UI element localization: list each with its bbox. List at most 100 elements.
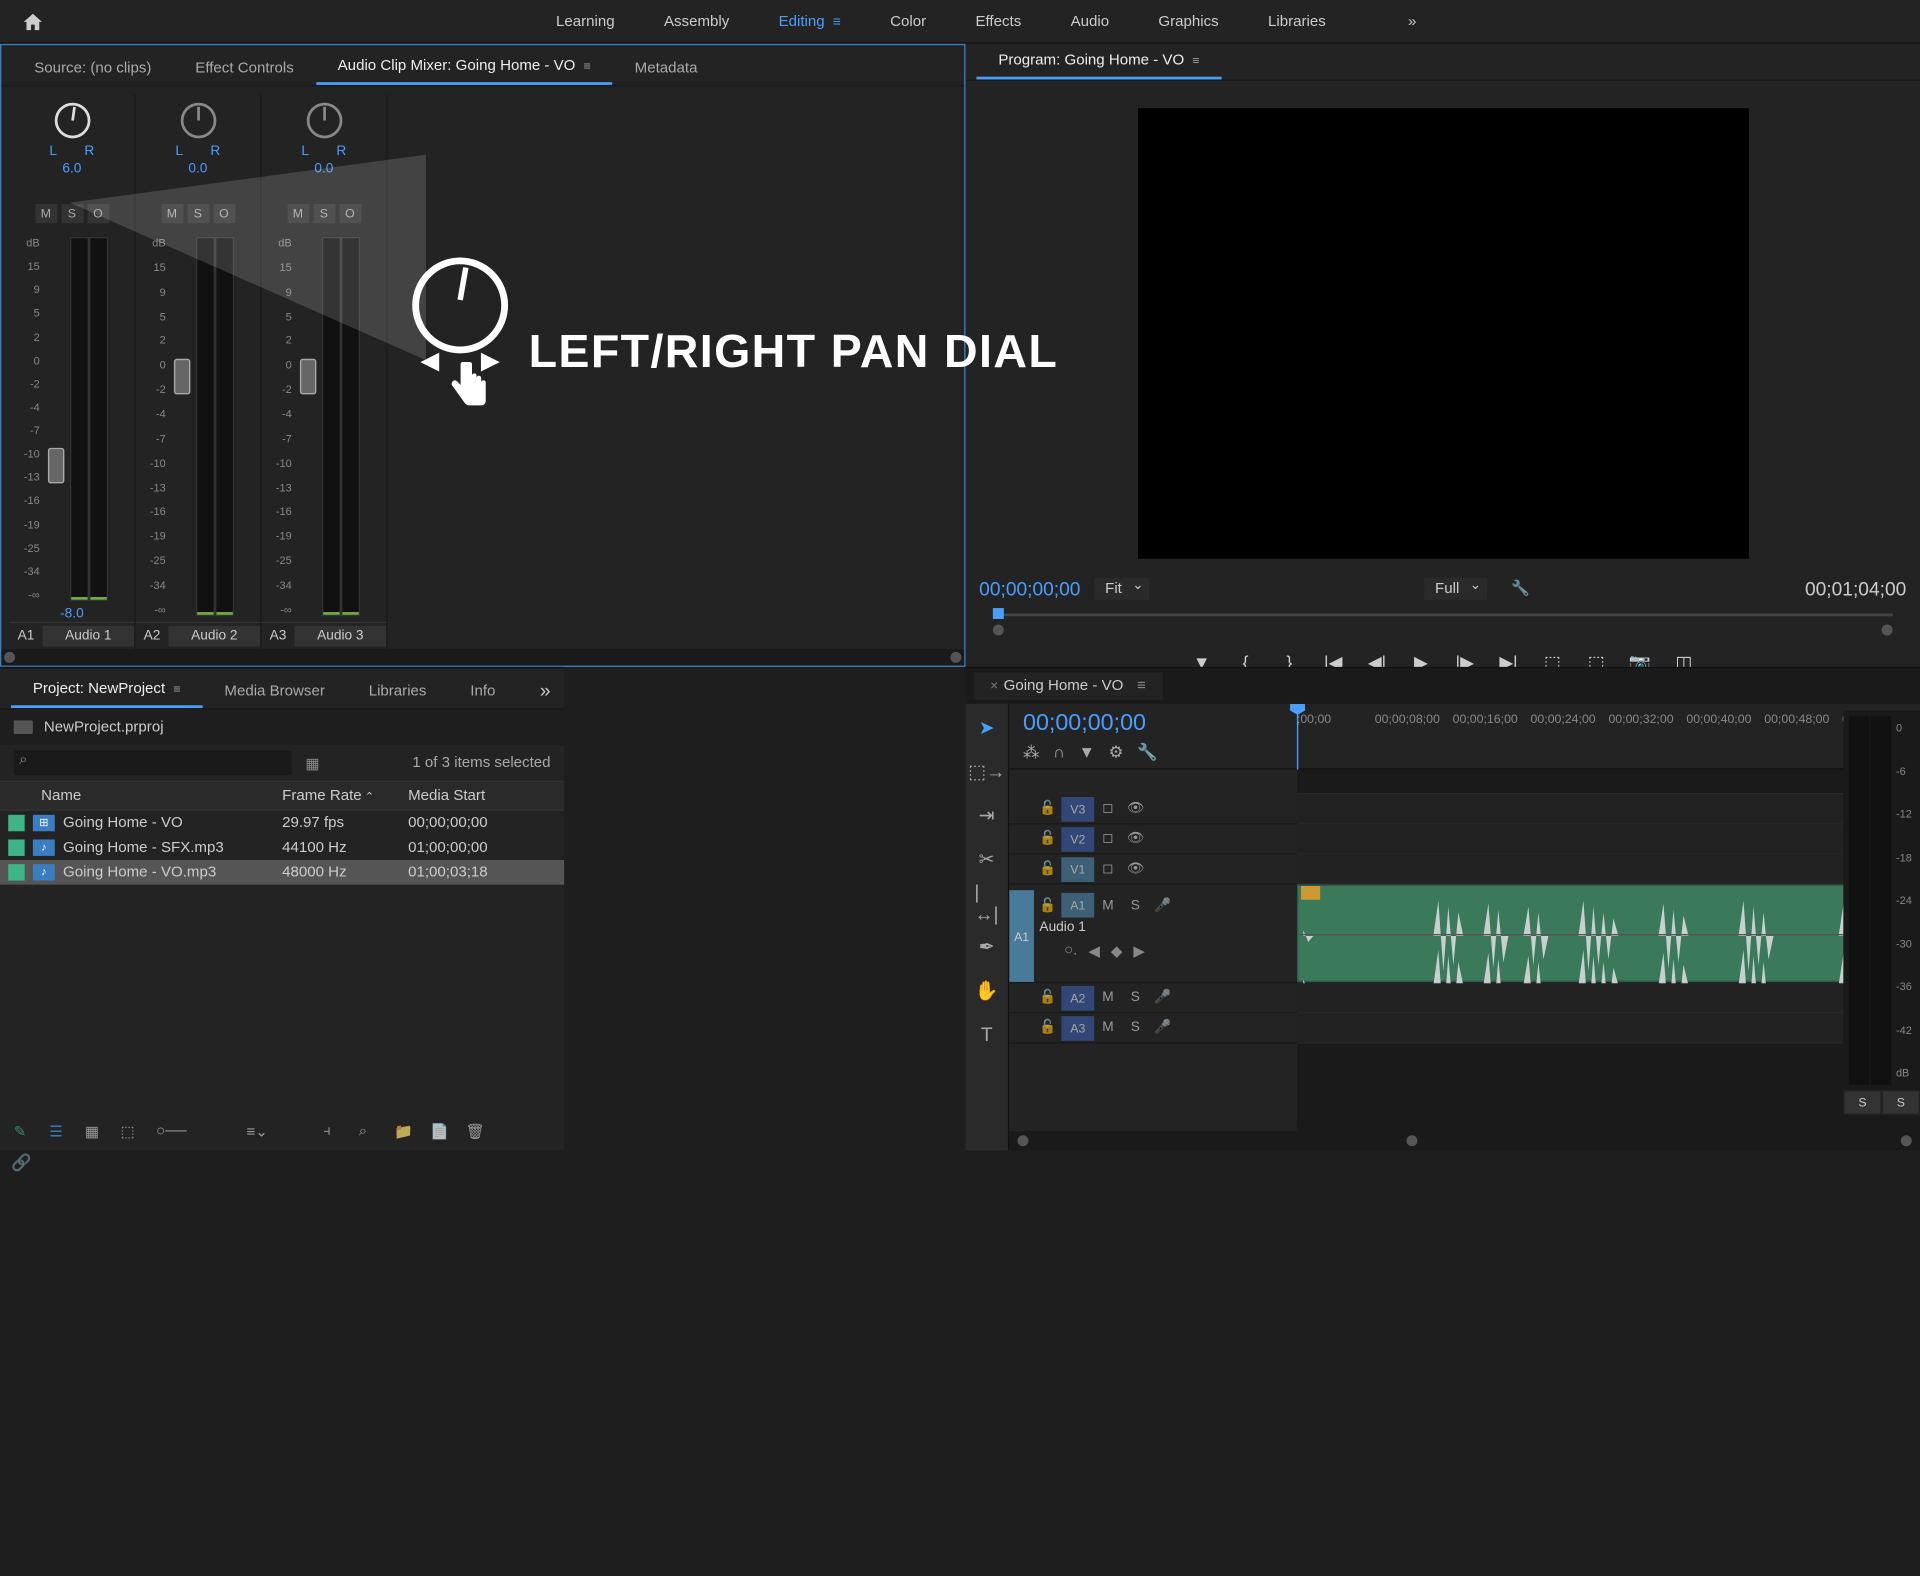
- next-kf[interactable]: ▶: [1133, 942, 1145, 960]
- pan-dial-a3[interactable]: [306, 103, 342, 139]
- mute-a1[interactable]: M: [1094, 893, 1121, 918]
- add-kf[interactable]: ◆: [1111, 942, 1123, 960]
- toggle-v2[interactable]: 👁: [1122, 826, 1149, 851]
- project-row-sequence[interactable]: ⊞ Going Home - VO 29.97 fps 00;00;00;00: [0, 811, 564, 836]
- delete-icon[interactable]: 🗑: [466, 1123, 485, 1142]
- project-row-audio[interactable]: ♪ Going Home - VO.mp3 48000 Hz 01;00;03;…: [0, 860, 564, 885]
- zoom-slider[interactable]: ○──: [156, 1123, 175, 1142]
- voice-a3[interactable]: 🎤: [1149, 1015, 1176, 1040]
- lock-v2[interactable]: 🔓: [1034, 826, 1061, 851]
- tab-info[interactable]: Info: [448, 675, 517, 708]
- solo-a1[interactable]: S: [61, 204, 83, 223]
- linked-selection-icon[interactable]: ∩: [1053, 742, 1065, 761]
- workspace-effects[interactable]: Effects: [951, 2, 1046, 40]
- timeline-zoom-scrollbar[interactable]: [1009, 1131, 1920, 1150]
- hand-tool[interactable]: ✋: [974, 978, 999, 1003]
- fader-db-a1[interactable]: -8.0: [60, 607, 84, 622]
- workspace-editing[interactable]: Editing: [754, 2, 866, 40]
- new-bin-icon[interactable]: 📁: [394, 1123, 413, 1142]
- fader-a3[interactable]: [300, 358, 316, 394]
- write-mode-icon[interactable]: ✎: [14, 1123, 33, 1142]
- mute-a2[interactable]: M: [161, 204, 183, 223]
- record-a1[interactable]: O: [87, 204, 109, 223]
- target-v3[interactable]: V3: [1061, 796, 1094, 821]
- workspace-color[interactable]: Color: [866, 2, 951, 40]
- pen-tool[interactable]: ✒: [974, 934, 999, 959]
- type-tool[interactable]: T: [974, 1022, 999, 1047]
- program-current-tc[interactable]: 00;00;00;00: [979, 577, 1080, 599]
- marker-icon[interactable]: ▼: [1079, 742, 1095, 761]
- solo-right[interactable]: S: [1882, 1090, 1920, 1115]
- solo-a1[interactable]: S: [1122, 893, 1149, 918]
- mute-a2[interactable]: M: [1094, 985, 1121, 1010]
- solo-a3[interactable]: S: [1122, 1015, 1149, 1040]
- source-patch-a1[interactable]: A1: [1009, 890, 1034, 982]
- wrench-icon[interactable]: 🔧: [1137, 742, 1157, 761]
- pan-value-a1[interactable]: 6.0: [62, 162, 81, 177]
- mute-a3[interactable]: M: [287, 204, 309, 223]
- audio-clip-a1[interactable]: [1297, 885, 1920, 982]
- workspace-graphics[interactable]: Graphics: [1134, 2, 1244, 40]
- channel-name-a1[interactable]: Audio 1: [42, 626, 134, 647]
- target-a2[interactable]: A2: [1061, 985, 1094, 1010]
- pan-dial-a2[interactable]: [180, 103, 216, 139]
- tab-project[interactable]: Project: NewProject≡: [11, 672, 203, 708]
- workspace-audio[interactable]: Audio: [1046, 2, 1134, 40]
- ripple-edit-tool[interactable]: ⇥: [974, 803, 999, 828]
- workspace-assembly[interactable]: Assembly: [639, 2, 754, 40]
- workspace-overflow[interactable]: »: [1392, 2, 1433, 40]
- lock-a1[interactable]: 🔓: [1034, 893, 1061, 918]
- selection-tool[interactable]: ➤: [974, 715, 999, 740]
- workspace-learning[interactable]: Learning: [531, 2, 639, 40]
- panel-overflow[interactable]: »: [540, 679, 551, 701]
- fader-a2[interactable]: [174, 358, 190, 394]
- sort-icon[interactable]: ≡⌄: [247, 1123, 266, 1142]
- find-icon[interactable]: ⌕: [359, 1123, 378, 1142]
- toggle-v1[interactable]: 👁: [1122, 857, 1149, 882]
- tab-audio-clip-mixer[interactable]: Audio Clip Mixer: Going Home - VO≡: [316, 49, 613, 85]
- new-item-icon[interactable]: 📄: [430, 1123, 449, 1142]
- lock-v1[interactable]: 🔓: [1034, 857, 1061, 882]
- solo-a3[interactable]: S: [313, 204, 335, 223]
- tab-effect-controls[interactable]: Effect Controls: [173, 52, 315, 85]
- program-video[interactable]: [1137, 108, 1748, 558]
- timeline-tc[interactable]: 00;00;00;00: [1023, 709, 1283, 736]
- target-a1[interactable]: A1: [1061, 893, 1094, 918]
- mute-a3[interactable]: M: [1094, 1015, 1121, 1040]
- target-v2[interactable]: V2: [1061, 826, 1094, 851]
- channel-name-a3[interactable]: Audio 3: [294, 626, 386, 647]
- lock-v3[interactable]: 🔓: [1034, 796, 1061, 821]
- resolution-dropdown[interactable]: Full: [1424, 577, 1487, 599]
- razor-tool[interactable]: ✂: [974, 846, 999, 871]
- timeline-ruler[interactable]: ;00;00 00;00;08;00 00;00;16;00 00;00;24;…: [1297, 704, 1920, 768]
- create-bin-icon[interactable]: ▦: [305, 754, 319, 772]
- icon-view-icon[interactable]: ▦: [85, 1123, 104, 1142]
- settings-icon[interactable]: 🔧: [1511, 579, 1530, 597]
- sync-v3[interactable]: ◻: [1094, 796, 1121, 821]
- freeform-view-icon[interactable]: ⬚: [121, 1123, 140, 1142]
- slip-tool[interactable]: |↔|: [974, 890, 999, 915]
- project-row-audio[interactable]: ♪ Going Home - SFX.mp3 44100 Hz 01;00;00…: [0, 835, 564, 860]
- tab-source[interactable]: Source: (no clips): [12, 52, 173, 85]
- sync-v2[interactable]: ◻: [1094, 826, 1121, 851]
- track-select-tool[interactable]: ⬚→: [974, 759, 999, 784]
- solo-left[interactable]: S: [1843, 1090, 1881, 1115]
- home-button[interactable]: [0, 0, 66, 43]
- mute-a1[interactable]: M: [35, 204, 57, 223]
- keyframe-mode[interactable]: ○.: [1064, 942, 1077, 958]
- program-scrubber[interactable]: [979, 607, 1906, 634]
- lock-a3[interactable]: 🔓: [1034, 1015, 1061, 1040]
- solo-a2[interactable]: S: [1122, 985, 1149, 1010]
- mixer-scrollbar[interactable]: [1, 649, 964, 665]
- pan-dial-a1[interactable]: [54, 103, 90, 139]
- snap-icon[interactable]: ⁂: [1023, 742, 1039, 761]
- pan-value-a3[interactable]: 0.0: [314, 162, 333, 177]
- solo-a2[interactable]: S: [187, 204, 209, 223]
- fader-a1[interactable]: [48, 448, 64, 484]
- sequence-tab[interactable]: Going Home - VO≡: [974, 672, 1163, 699]
- target-a3[interactable]: A3: [1061, 1015, 1094, 1040]
- tab-program[interactable]: Program: Going Home - VO≡: [976, 44, 1221, 80]
- automate-icon[interactable]: ⫞: [323, 1123, 342, 1142]
- voice-a1[interactable]: 🎤: [1149, 893, 1176, 918]
- zoom-fit-dropdown[interactable]: Fit: [1094, 577, 1149, 599]
